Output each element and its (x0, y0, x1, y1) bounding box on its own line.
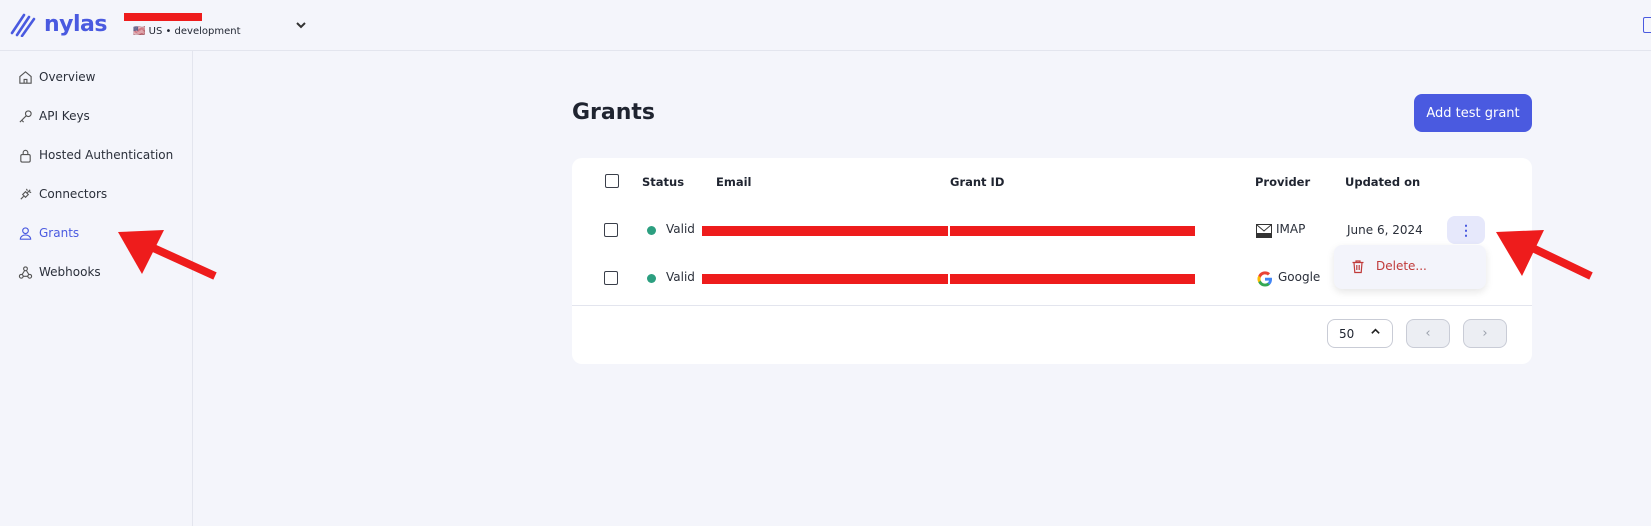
sidebar-item-label: API Keys (39, 109, 90, 123)
lock-icon (20, 149, 31, 163)
plug-icon (20, 188, 32, 200)
column-header-updated-on[interactable]: Updated on (1345, 175, 1420, 189)
imap-icon (1256, 224, 1272, 238)
row-actions-menu[interactable]: Delete... (1334, 245, 1486, 289)
redacted-grant-id (950, 226, 1195, 236)
chevron-down-icon[interactable] (295, 19, 307, 35)
status-text: Valid (666, 270, 695, 284)
previous-page-button[interactable]: ‹ (1406, 319, 1450, 348)
key-icon (19, 109, 32, 123)
redacted-email (702, 226, 948, 236)
logo-text: nylas (44, 11, 107, 37)
annotation-arrow-menu (1496, 230, 1593, 280)
per-page-value: 50 (1339, 326, 1355, 341)
home-icon (19, 70, 32, 84)
sidebar-item-overview[interactable]: Overview (18, 67, 96, 87)
app-switcher[interactable]: 🇺🇸 US • development (124, 10, 314, 42)
user-icon (19, 226, 32, 240)
updated-date: June 6, 2024 (1347, 223, 1423, 237)
sidebar-item-label: Webhooks (39, 265, 101, 279)
column-header-status[interactable]: Status (642, 175, 684, 189)
provider-name: Google (1278, 270, 1321, 284)
table-divider (572, 305, 1532, 306)
sidebar-item-hosted-authentication[interactable]: Hosted Authentication (18, 145, 173, 165)
sidebar-item-grants[interactable]: Grants (18, 223, 79, 243)
page-title: Grants (572, 100, 656, 125)
top-bar: nylas 🇺🇸 US • development (0, 0, 1651, 51)
column-header-email[interactable]: Email (716, 175, 751, 189)
annotation-arrow-grants (118, 230, 217, 280)
sidebar-item-label: Hosted Authentication (39, 148, 174, 162)
sidebar-item-api-keys[interactable]: API Keys (18, 106, 90, 126)
per-page-select[interactable]: 50 (1327, 319, 1393, 348)
provider-name: IMAP (1276, 222, 1306, 236)
select-all-checkbox[interactable] (605, 174, 619, 188)
delete-menu-item[interactable]: Delete... (1376, 259, 1427, 273)
edge-icon[interactable] (1643, 17, 1651, 33)
trash-icon (1352, 260, 1364, 274)
row-checkbox[interactable] (604, 223, 618, 237)
sidebar-item-label: Grants (39, 226, 80, 240)
add-test-grant-button[interactable]: Add test grant (1414, 94, 1532, 132)
webhook-icon (18, 265, 33, 279)
status-dot (647, 226, 656, 235)
column-header-grant-id[interactable]: Grant ID (950, 175, 1004, 189)
nylas-logo[interactable]: nylas (10, 11, 107, 37)
environment-label: 🇺🇸 US • development (133, 26, 241, 37)
sidebar: Overview API Keys Hosted Authentication … (0, 51, 193, 526)
redacted-email (702, 274, 948, 284)
sidebar-item-label: Overview (39, 70, 96, 84)
chevron-up-icon (1370, 326, 1381, 340)
next-page-button[interactable]: › (1463, 319, 1507, 348)
nylas-logo-icon (10, 13, 36, 37)
row-checkbox[interactable] (604, 271, 618, 285)
status-dot (647, 274, 656, 283)
redacted-app-name (124, 13, 202, 21)
status-text: Valid (666, 222, 695, 236)
sidebar-item-webhooks[interactable]: Webhooks (18, 262, 101, 282)
row-actions-button[interactable]: ⋮ (1447, 216, 1485, 244)
sidebar-item-label: Connectors (39, 187, 108, 201)
google-icon (1257, 271, 1272, 287)
column-header-provider[interactable]: Provider (1255, 175, 1310, 189)
redacted-grant-id (950, 274, 1195, 284)
sidebar-item-connectors[interactable]: Connectors (18, 184, 107, 204)
